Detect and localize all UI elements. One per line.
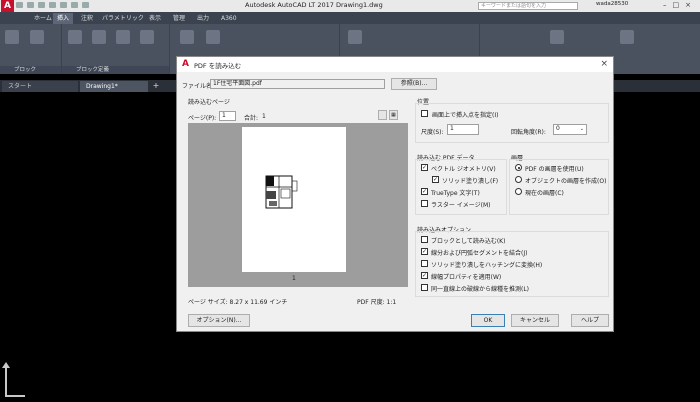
ok-button[interactable]: OK [471, 314, 505, 327]
dialog-title: PDF を読み込む [194, 62, 242, 70]
import-page-label: 読み込むページ [188, 99, 230, 106]
raster-images-checkbox[interactable] [421, 200, 428, 207]
thumbnail-view-icon[interactable]: ▦ [389, 110, 398, 120]
infer-linetypes-label: 同一直線上の破線から線種を推測(L) [431, 286, 530, 293]
search-input[interactable]: キーワードまたは語句を入力 [478, 2, 578, 10]
page-number-field[interactable]: 1 [219, 111, 236, 121]
ribbon-tabs: ホーム 挿入 注釈 パラメトリック 表示 管理 出力 A360 [0, 12, 700, 24]
rotation-label: 回転角度(R): [511, 129, 546, 136]
content-icon[interactable] [620, 30, 634, 44]
vector-geometry-checkbox[interactable]: ✓ [421, 164, 428, 171]
new-tab-plus-icon[interactable]: + [151, 81, 161, 91]
dialog-title-bar: A PDF を読み込む × [177, 57, 613, 72]
pdf-import-icon[interactable] [348, 30, 362, 44]
page-number-label: ページ(P): [188, 115, 217, 122]
panel-title-block[interactable]: ブロック [0, 66, 61, 74]
insert-block-icon[interactable] [5, 30, 19, 44]
import-as-block-checkbox[interactable] [421, 236, 428, 243]
rotation-select[interactable]: 0 ⌄ [553, 124, 587, 135]
chevron-down-icon: ⌄ [579, 126, 584, 132]
create-object-layers-radio[interactable] [515, 176, 522, 183]
apply-lineweight-label: 線幅プロパティを適用(W) [431, 274, 502, 281]
current-layer-radio[interactable] [515, 188, 522, 195]
tab-view[interactable]: 表示 [145, 13, 165, 24]
help-button[interactable]: ヘルプ [571, 314, 609, 327]
pdf-import-dialog: A PDF を読み込む × ファイル名: 1F住宅平面図.pdf 参照(B)..… [176, 56, 614, 332]
close-icon[interactable]: × [600, 59, 608, 69]
panel-title-block-definition[interactable]: ブロック定義 [62, 66, 169, 74]
autocad-a-icon: A [182, 59, 189, 69]
file-name-field[interactable]: 1F住宅平面図.pdf [210, 79, 385, 89]
page-size-label: ページ サイズ: 8.27 x 11.69 インチ [188, 299, 288, 306]
floor-plan-thumbnail [265, 175, 298, 209]
location-group [415, 103, 609, 143]
options-button[interactable]: オプション(N)... [188, 314, 250, 327]
file-tab-start[interactable]: スタート [2, 81, 78, 92]
panel-block-definition: ブロック定義 [62, 24, 170, 74]
edit-attribute-icon[interactable] [30, 30, 44, 44]
join-segments-label: 線分および円弧セグメントを結合(J) [431, 250, 528, 257]
use-pdf-layers-label: PDF の画層を使用(U) [525, 166, 584, 173]
single-page-view-icon[interactable] [378, 110, 387, 120]
pdf-preview-area[interactable]: 1 [188, 123, 408, 287]
create-object-layers-label: オブジェクトの画層を作成(O) [525, 178, 607, 185]
browse-button[interactable]: 参照(B)... [391, 78, 437, 90]
truetype-text-label: TrueType 文字(T) [431, 190, 480, 197]
scale-field[interactable]: 1 [447, 124, 479, 135]
quick-access-toolbar [16, 2, 136, 10]
solid-fill-to-hatch-label: ソリッド塗り潰しをハッチングに変換(H) [431, 262, 543, 269]
field-icon[interactable] [550, 30, 564, 44]
tab-output[interactable]: 出力 [193, 13, 213, 24]
save-icon[interactable] [38, 2, 45, 8]
apply-lineweight-checkbox[interactable]: ✓ [421, 272, 428, 279]
define-attribute-icon[interactable] [92, 30, 106, 44]
scale-label: 尺度(S): [421, 129, 444, 136]
raster-images-label: ラスター イメージ(M) [431, 202, 491, 209]
app-title: Autodesk AutoCAD LT 2017 Drawing1.dwg [245, 1, 383, 9]
use-pdf-layers-radio[interactable] [515, 164, 522, 171]
manage-attributes-icon[interactable] [116, 30, 130, 44]
specify-on-screen-checkbox[interactable] [421, 110, 428, 117]
tab-manage[interactable]: 管理 [169, 13, 189, 24]
total-value: 1 [262, 113, 266, 120]
new-icon[interactable] [16, 2, 23, 8]
cancel-button[interactable]: キャンセル [511, 314, 559, 327]
tab-annotate[interactable]: 注釈 [77, 13, 97, 24]
save-as-icon[interactable] [49, 2, 56, 8]
specify-on-screen-label: 画面上で挿入点を指定(I) [432, 112, 499, 119]
file-tab-drawing1[interactable]: Drawing1* [80, 81, 148, 92]
tab-a360[interactable]: A360 [217, 13, 241, 24]
redo-icon[interactable] [82, 2, 89, 8]
clip-icon[interactable] [206, 30, 220, 44]
rotation-value: 0 [556, 125, 560, 132]
title-bar: A Autodesk AutoCAD LT 2017 Drawing1.dwg … [0, 0, 700, 12]
total-label: 合計: [244, 115, 259, 122]
ucs-icon [2, 362, 25, 397]
block-editor-icon[interactable] [140, 30, 154, 44]
solid-fill-to-hatch-checkbox[interactable] [421, 260, 428, 267]
solid-fill-label: ソリッド塗り潰し(F) [442, 178, 499, 185]
current-layer-label: 現在の画層(C) [525, 190, 564, 197]
join-segments-checkbox[interactable]: ✓ [421, 248, 428, 255]
preview-page-number: 1 [292, 275, 296, 282]
pdf-preview-page [242, 127, 346, 272]
undo-icon[interactable] [71, 2, 78, 8]
panel-block: ブロック [0, 24, 62, 74]
autocad-logo[interactable]: A [1, 0, 14, 12]
solid-fill-checkbox[interactable]: ✓ [432, 176, 439, 183]
tab-insert[interactable]: 挿入 [53, 13, 74, 24]
tab-parametric[interactable]: パラメトリック [98, 13, 148, 24]
attach-icon[interactable] [180, 30, 194, 44]
print-icon[interactable] [60, 2, 67, 8]
create-block-icon[interactable] [68, 30, 82, 44]
pdf-scale-label: PDF 尺度: 1:1 [357, 299, 397, 306]
open-icon[interactable] [27, 2, 34, 8]
import-as-block-label: ブロックとして読み込む(K) [431, 238, 506, 245]
tab-home[interactable]: ホーム [30, 13, 56, 24]
truetype-text-checkbox[interactable]: ✓ [421, 188, 428, 195]
window-controls[interactable]: –□× [663, 1, 697, 9]
infer-linetypes-checkbox[interactable] [421, 284, 428, 291]
vector-geometry-label: ベクトル ジオメトリ(V) [431, 166, 496, 173]
user-name[interactable]: wada28530 [596, 1, 628, 7]
